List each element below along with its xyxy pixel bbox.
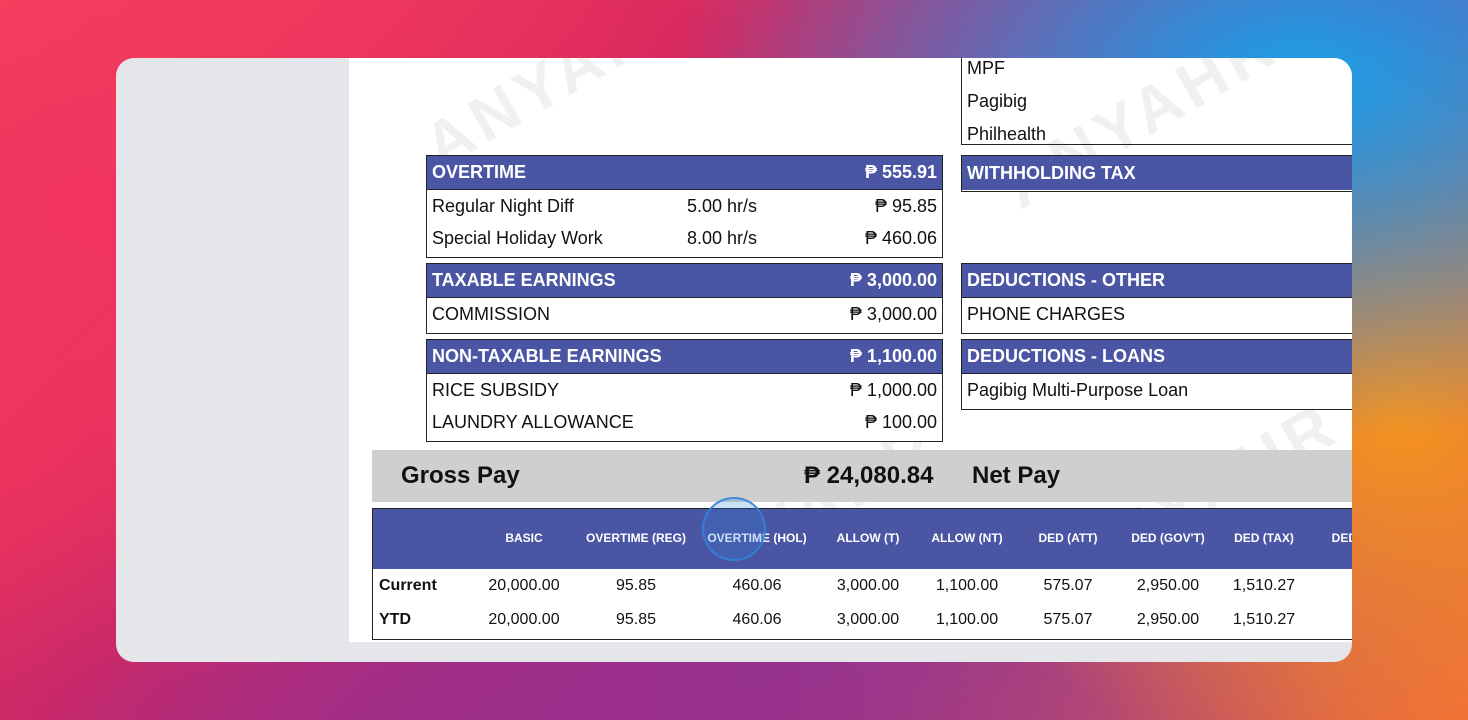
table-cell: 2,950.00 xyxy=(1136,611,1200,628)
column-header: DED (TAX) xyxy=(1234,531,1294,545)
table-cell: 20,000.00 xyxy=(488,611,560,628)
table-cell: 460.06 xyxy=(732,577,782,594)
list-item: MPF xyxy=(967,58,1005,78)
table-row: COMMISSION ₱ 3,000.00 xyxy=(427,298,942,330)
row-amount: ₱ 1,000.00 xyxy=(849,379,937,400)
table-row: Special Holiday Work 8.00 hr/s ₱ 460.06 xyxy=(427,222,942,254)
row-label: PHONE CHARGES xyxy=(967,303,1126,324)
list-item: Pagibig xyxy=(967,91,1028,111)
table-cell: 95.85 xyxy=(615,611,657,628)
column-header: OVERTIME (REG) xyxy=(585,531,687,545)
table-cell: 460.06 xyxy=(732,611,782,628)
row-label: LAUNDRY ALLOWANCE xyxy=(432,411,634,432)
section-title: WITHHOLDING TAX xyxy=(967,162,1136,183)
section-header: OVERTIME ₱ 555.91 xyxy=(427,156,942,190)
table-cell: 95.85 xyxy=(615,577,657,594)
table-cell: 575.07 xyxy=(1043,577,1093,594)
table-cell: 3,000.00 xyxy=(836,611,900,628)
row-amount: ₱ 3,000.00 xyxy=(849,303,937,324)
table-cell: 1,100.00 xyxy=(935,577,999,594)
list-item: Philhealth xyxy=(967,124,1047,144)
table-header: BASIC OVERTIME (REG) OVERTIME (HOL) ALLO… xyxy=(373,509,1352,569)
section-title: OVERTIME xyxy=(432,162,527,182)
column-header: ALLOW (NT) xyxy=(931,531,1003,545)
table-cell: 575.07 xyxy=(1043,611,1093,628)
section-header: TAXABLE EARNINGS ₱ 3,000.00 xyxy=(427,264,942,298)
column-header: BASIC xyxy=(505,531,543,545)
table-cell: 1,100.00 xyxy=(935,611,999,628)
section-header: DEDUCTIONS - OTHER xyxy=(962,264,1352,298)
section-title: TAXABLE EARNINGS xyxy=(432,270,616,290)
column-header: ALLOW (T) xyxy=(836,531,900,545)
row-hours: 5.00 hr/s xyxy=(687,195,758,216)
row-label: Regular Night Diff xyxy=(432,195,574,216)
table-cell: 1,510.27 xyxy=(1232,577,1296,594)
earnings-summary-table: BASIC OVERTIME (REG) OVERTIME (HOL) ALLO… xyxy=(372,508,1352,640)
taxable-earnings-section: TAXABLE EARNINGS ₱ 3,000.00 COMMISSION ₱… xyxy=(426,263,943,334)
screen-card: ANYAHR ANYAHR ANYAHR ANYAHR MPF Pagibig … xyxy=(116,58,1352,662)
table-cell: 20,000.00 xyxy=(488,577,560,594)
table-cell: 3,000.00 xyxy=(836,577,900,594)
section-header: DEDUCTIONS - LOANS xyxy=(962,340,1352,374)
overtime-section: OVERTIME ₱ 555.91 Regular Night Diff 5.0… xyxy=(426,155,943,258)
gross-pay-label: Gross Pay xyxy=(401,462,520,489)
row-amount: ₱ 460.06 xyxy=(864,227,937,248)
row-label: Current xyxy=(379,577,437,594)
section-total: ₱ 555.91 xyxy=(864,162,937,182)
section-title: DEDUCTIONS - OTHER xyxy=(967,270,1165,290)
section-title: NON-TAXABLE EARNINGS xyxy=(432,346,662,366)
non-taxable-earnings-section: NON-TAXABLE EARNINGS ₱ 1,100.00 RICE SUB… xyxy=(426,339,943,442)
deductions-loans-section: DEDUCTIONS - LOANS Pagibig Multi-Purpose… xyxy=(961,339,1352,410)
gross-pay-value: ₱ 24,080.84 xyxy=(804,462,934,489)
row-label: COMMISSION xyxy=(432,303,551,324)
deductions-other-section: DEDUCTIONS - OTHER PHONE CHARGES xyxy=(961,263,1352,334)
row-label: Pagibig Multi-Purpose Loan xyxy=(967,379,1189,400)
table-row: YTD 20,000.00 95.85 460.06 3,000.00 1,10… xyxy=(373,603,1352,637)
row-label: YTD xyxy=(379,611,411,628)
row-hours: 8.00 hr/s xyxy=(687,227,758,248)
table-row: LAUNDRY ALLOWANCE ₱ 100.00 xyxy=(427,406,942,438)
column-header: DED (ATT) xyxy=(1038,531,1098,545)
table-row: PHONE CHARGES xyxy=(962,298,1352,330)
row-amount: ₱ 100.00 xyxy=(864,411,937,432)
net-pay-label: Net Pay xyxy=(972,462,1061,489)
table-row: RICE SUBSIDY ₱ 1,000.00 xyxy=(427,374,942,406)
gov-deductions-list: MPF Pagibig Philhealth xyxy=(961,58,1352,145)
section-header: WITHHOLDING TAX xyxy=(962,156,1352,190)
column-header: DED (GOV'T) xyxy=(1131,531,1205,545)
row-amount: ₱ 95.85 xyxy=(874,195,937,216)
table-cell: 2,950.00 xyxy=(1136,577,1200,594)
section-header: NON-TAXABLE EARNINGS ₱ 1,100.00 xyxy=(427,340,942,374)
table-cell: 1,510.27 xyxy=(1232,611,1296,628)
withholding-tax-section: WITHHOLDING TAX xyxy=(961,155,1352,192)
section-total: ₱ 1,100.00 xyxy=(849,346,937,366)
column-header: DED ( xyxy=(1331,531,1352,545)
payslip-document: ANYAHR ANYAHR ANYAHR ANYAHR MPF Pagibig … xyxy=(349,58,1352,642)
gross-pay-bar: Gross Pay ₱ 24,080.84 Net Pay xyxy=(372,450,1352,502)
table-row: Regular Night Diff 5.00 hr/s ₱ 95.85 xyxy=(427,190,942,222)
table-row: Pagibig Multi-Purpose Loan xyxy=(962,374,1352,406)
click-indicator xyxy=(702,497,766,561)
section-total: ₱ 3,000.00 xyxy=(849,270,937,290)
section-title: DEDUCTIONS - LOANS xyxy=(967,346,1165,366)
table-row: Current 20,000.00 95.85 460.06 3,000.00 … xyxy=(373,569,1352,603)
row-label: RICE SUBSIDY xyxy=(432,379,560,400)
row-label: Special Holiday Work xyxy=(432,227,603,248)
